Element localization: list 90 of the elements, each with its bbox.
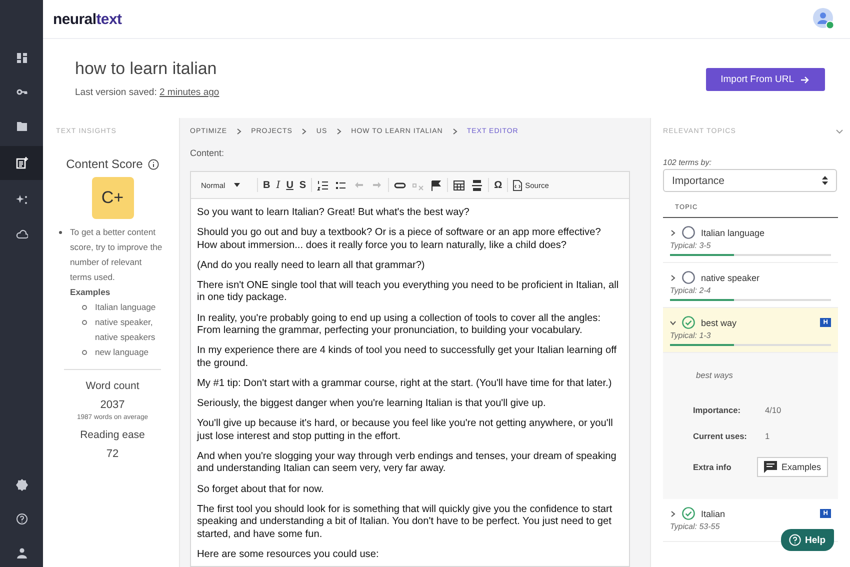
chevron-right-icon	[236, 128, 242, 135]
redo-icon	[371, 180, 384, 190]
avatar-icon	[813, 8, 835, 30]
topic-name: Italian	[701, 508, 726, 518]
strike-button[interactable]: S	[297, 176, 308, 194]
flag-icon	[430, 180, 442, 190]
typical-range: Typical: 3-5	[670, 241, 712, 250]
paragraph: The first tool you should look for is something that will quickly give you the confidence to start speaking and understanding a bit of Italian. You don't have to be perfect. You just need to get started, and have some fun.	[197, 504, 614, 542]
paragraph: In reality, you're probably going to end up using a collection of tools to cover all the angles: From learning the grammar, perfecting your pronunciation, to building your vocabulary.	[197, 312, 602, 338]
sort-arrows-icon	[822, 176, 828, 185]
paragraph: (And do you really need to learn all that grammar?)	[197, 260, 426, 272]
detail-label: Current uses:	[693, 431, 748, 441]
chevron-right-icon	[452, 128, 458, 135]
stat-value: 72	[105, 448, 120, 460]
nav-item[interactable]	[0, 146, 43, 180]
bullet-list-icon	[335, 180, 348, 190]
info-icon[interactable]	[148, 158, 159, 170]
detail-label: Importance:	[693, 405, 742, 415]
arrow-right-icon	[800, 74, 810, 84]
topic-row[interactable]: Italian language Typical: 3-5	[663, 218, 838, 263]
sort-select[interactable]: Importance	[663, 169, 837, 192]
saved-label: Last version saved:	[75, 87, 157, 98]
undo-icon	[353, 180, 366, 190]
ordered-list-icon	[317, 180, 330, 190]
italic-button[interactable]: I	[274, 176, 282, 194]
chevron-down-icon	[670, 320, 676, 326]
chevron-right-icon	[670, 510, 676, 516]
comment-icon	[764, 461, 778, 473]
chevron-right-icon	[670, 230, 676, 236]
document-icon	[513, 180, 522, 190]
underline-button[interactable]: U	[284, 176, 296, 194]
bullet-icon	[59, 231, 62, 234]
example-term: Italian language	[95, 301, 156, 314]
terms-count: 102 terms by:	[663, 158, 712, 167]
user-icon	[16, 547, 28, 559]
detail-value: 4/10	[765, 405, 782, 415]
content-label: Content:	[190, 148, 226, 158]
rule-icon	[471, 180, 484, 190]
topic-variant: best ways	[696, 370, 734, 380]
bullet-icon	[82, 320, 87, 325]
dashboard-icon	[16, 52, 28, 64]
example-term: new language	[95, 346, 149, 359]
help-button[interactable]: Help	[781, 529, 834, 551]
typical-range: Typical: 53-55	[670, 522, 721, 531]
typical-range: Typical: 1-3	[670, 331, 712, 340]
symbol-button[interactable]: Ω	[492, 176, 504, 194]
score-title: Content Score	[66, 157, 143, 171]
typical-range: Typical: 2-4	[670, 286, 712, 295]
tip-text: To get a better content score, try to improve the number of relevant terms used.	[70, 227, 162, 282]
paragraph: Here are some resources you could use:	[197, 548, 380, 562]
stat-label: Reading ease	[79, 429, 146, 441]
chevron-right-icon	[336, 128, 342, 135]
chevron-right-icon	[301, 128, 308, 135]
folder-icon	[16, 120, 28, 132]
topic-name: native speaker	[701, 272, 761, 282]
paragraph: Seriously, the biggest danger when you're learning Italian is that you'll give up.	[197, 398, 547, 411]
stat-value: 2037	[99, 399, 126, 411]
chevron-down-icon[interactable]	[836, 129, 843, 134]
topic-name: Italian language	[701, 228, 766, 238]
help-icon	[789, 534, 801, 546]
paragraph: In my experience there are 4 kinds of tool you need to successfully get your Italian learning off the ground.	[197, 345, 618, 370]
paragraph: So you want to learn Italian? Great! But what's the best way?	[197, 207, 470, 220]
bullet-icon	[82, 350, 87, 355]
score-badge: C+	[92, 177, 134, 219]
editor-icon	[16, 157, 28, 169]
import-button[interactable]: Import From URL	[706, 68, 825, 91]
paragraph: There isn't ONE single tool that will teach you everything you need to be proficient in Italian, all in one tidy package.	[197, 280, 620, 306]
cloud-icon	[16, 228, 28, 240]
help-icon	[16, 513, 28, 525]
examples-button[interactable]: Examples	[757, 457, 828, 477]
detail-label: Extra info	[693, 462, 732, 472]
sparkle-icon	[16, 194, 28, 206]
topic-name: best way	[701, 318, 738, 328]
logo: neuraltext	[53, 10, 122, 28]
paragraph: My #1 tip: Don't start with a grammar course, right at the start. (You'll have time for that later.)	[197, 378, 613, 391]
bold-button[interactable]: B	[261, 176, 272, 194]
badge-icon	[16, 479, 28, 491]
bullet-icon	[82, 305, 87, 310]
paragraph: And when you're slogging your way through verb endings and tenses, your dream of speaking and understanding Italian can seem very, very far away.	[197, 450, 618, 476]
chevron-right-icon	[670, 274, 676, 280]
detail-value: 1	[765, 431, 770, 441]
paragraph: You'll give up because it's hard, or because you feel like you're not getting anywhere, or you'll just lose interest and stop putting in the effort.	[197, 418, 614, 444]
paragraph: Should you go out and buy a textbook? Or is a piece of software or an app more effective? How about immersion... does it really force you to learn naturally, like a child does?	[197, 227, 602, 252]
page-title: how to learn italian	[75, 59, 218, 79]
paragraph: So forget about that for now.	[197, 484, 325, 496]
caret-icon	[234, 183, 240, 187]
stat-label: Word count	[84, 380, 140, 392]
saved-time-link[interactable]: 2 minutes ago	[160, 87, 220, 98]
examples-label: Examples	[70, 286, 112, 299]
table-icon	[453, 180, 466, 190]
